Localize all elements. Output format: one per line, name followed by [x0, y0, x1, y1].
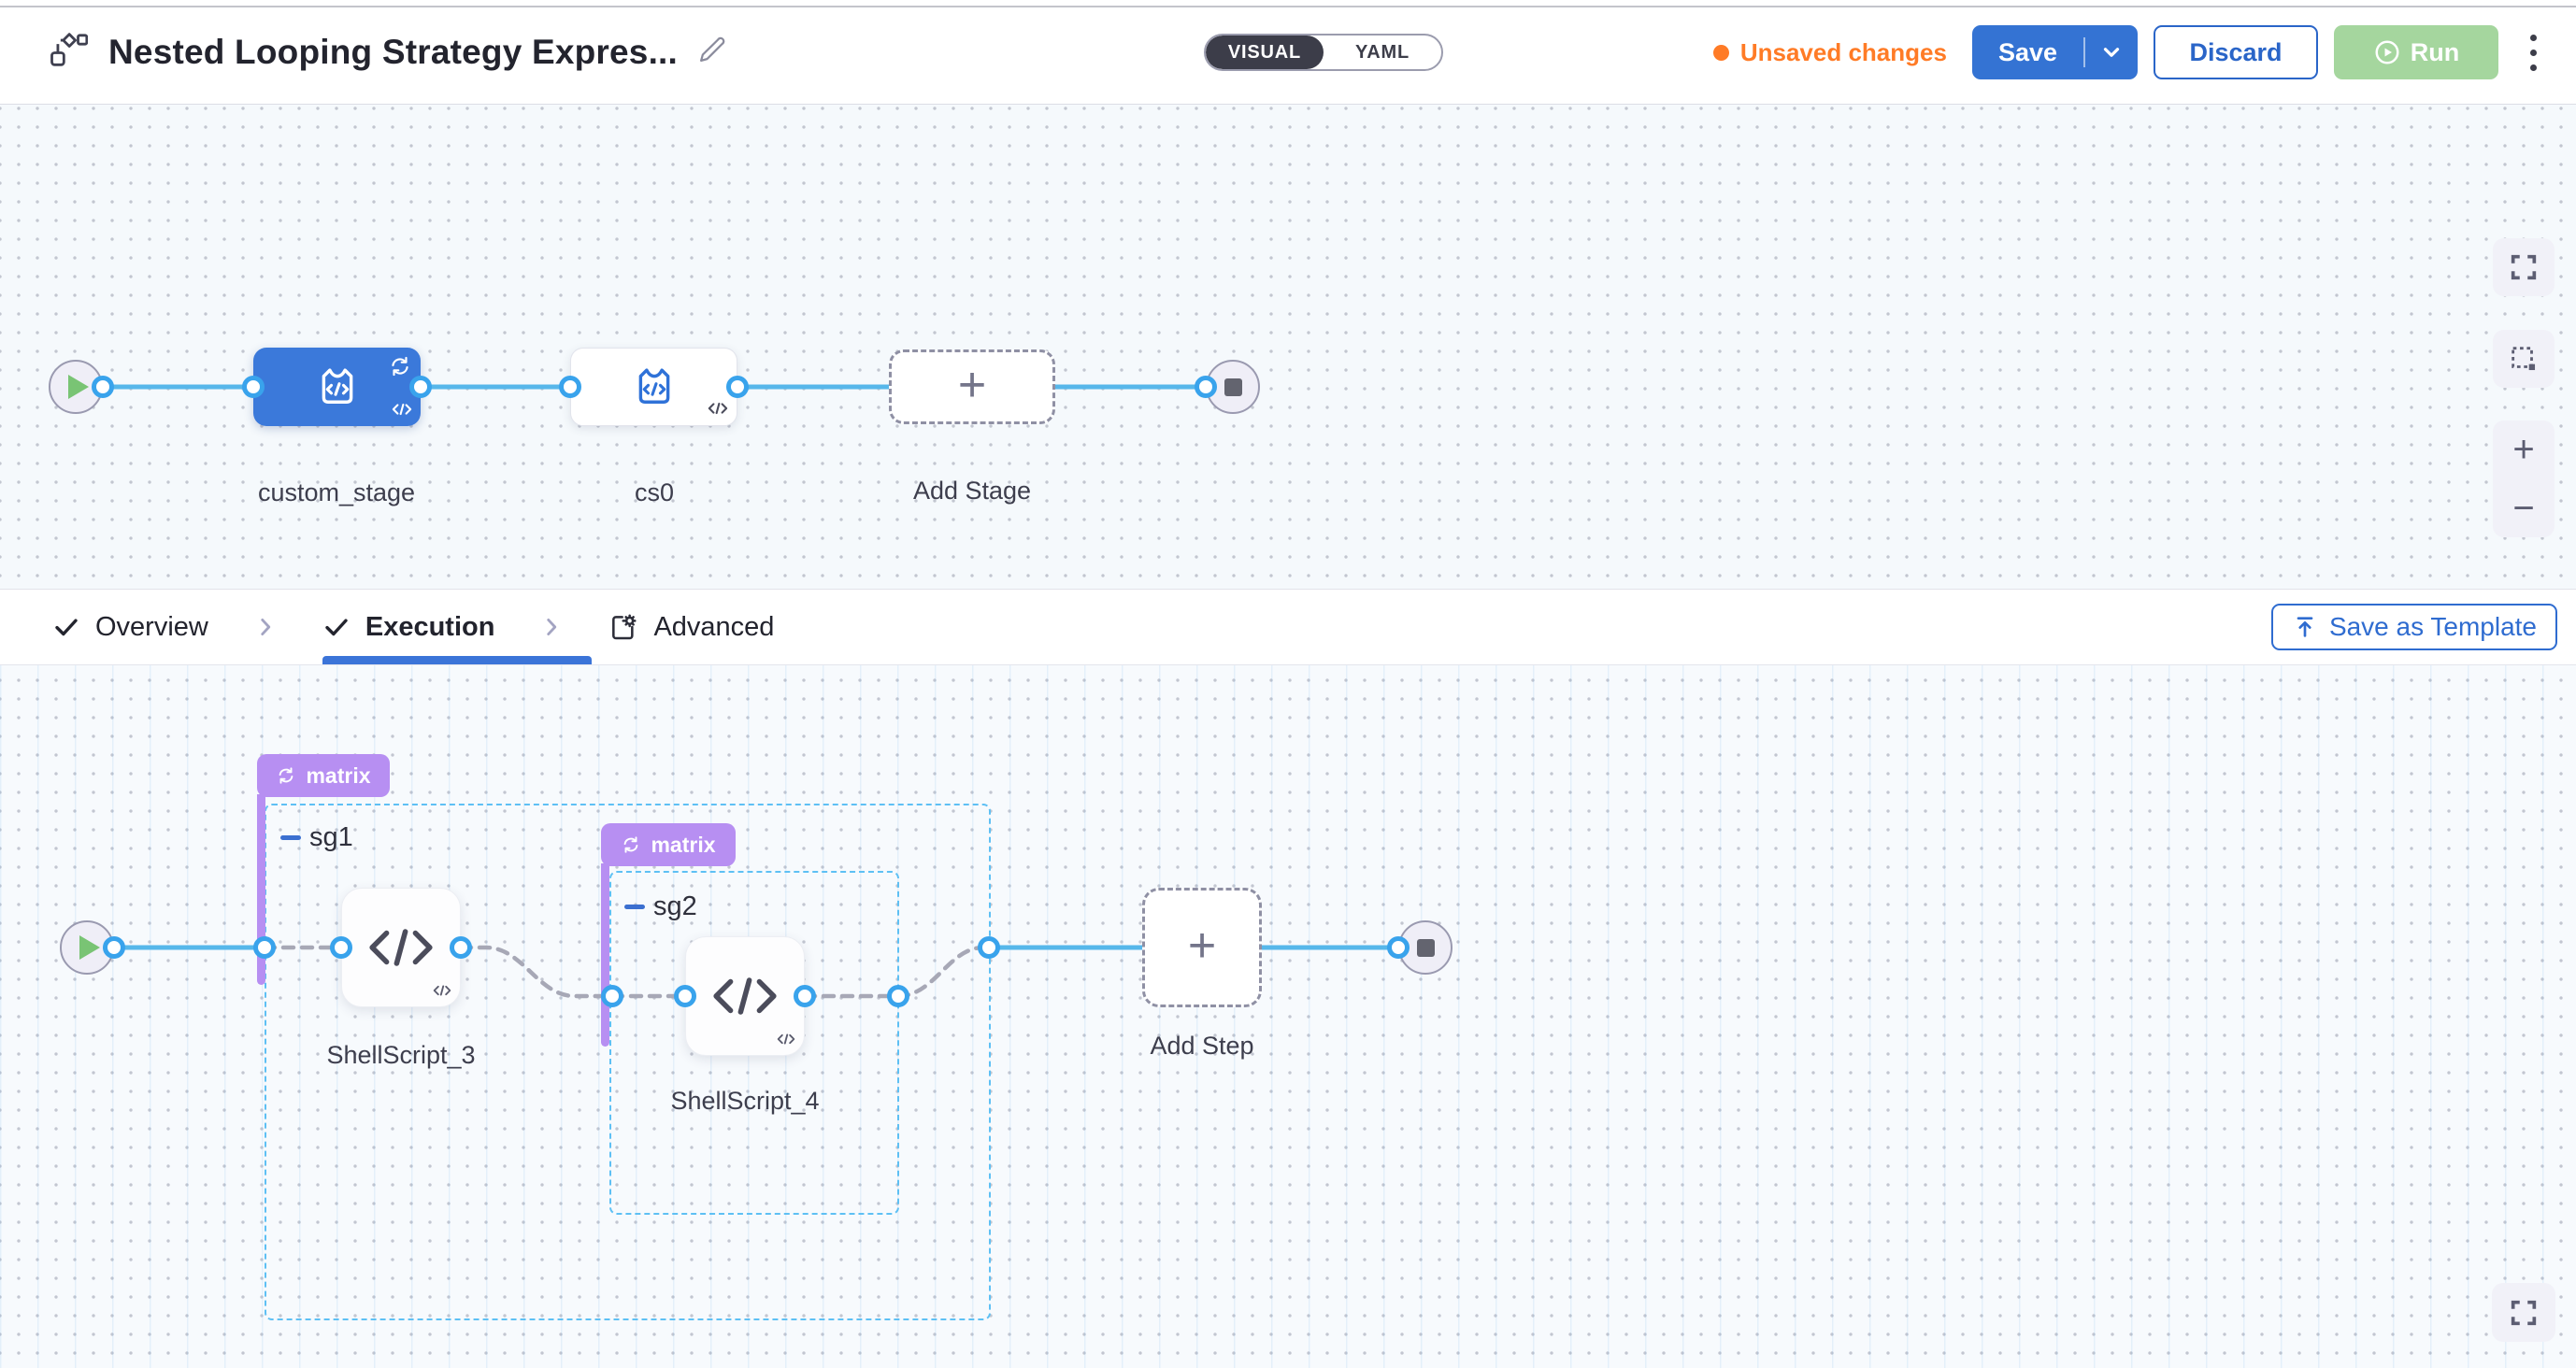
matrix-bar-sg2: [601, 863, 609, 1047]
edit-title-icon[interactable]: [698, 36, 726, 68]
tab-advanced[interactable]: Advanced: [608, 612, 774, 643]
plus-icon: +: [1188, 921, 1216, 970]
port: [978, 936, 1000, 959]
port: [409, 376, 432, 398]
unsaved-text: Unsaved changes: [1740, 38, 1947, 67]
looping-strategy-icon: [388, 354, 412, 383]
step-code-icon: [433, 984, 451, 1002]
header: Nested Looping Strategy Expres... VISUAL…: [0, 0, 2576, 105]
window-top-edge: [0, 6, 2576, 7]
group-label-sg2[interactable]: sg2: [624, 891, 697, 922]
unsaved-dot-icon: [1713, 45, 1729, 61]
toggle-visual[interactable]: VISUAL: [1206, 36, 1324, 69]
tab-overview-label: Overview: [95, 612, 208, 643]
collapse-dash-icon: [280, 835, 301, 840]
stage-label-custom-stage[interactable]: custom_stage: [258, 478, 415, 507]
add-stage-button[interactable]: +: [889, 349, 1055, 424]
marquee-select-button[interactable]: [2493, 330, 2555, 388]
check-icon: [322, 613, 351, 641]
step-node-shellscript-4[interactable]: [685, 936, 805, 1056]
port: [330, 936, 352, 959]
port: [103, 936, 125, 959]
run-button-label: Run: [2411, 38, 2459, 67]
pipeline-icon: [49, 30, 88, 74]
port: [253, 936, 276, 959]
tab-overview[interactable]: Overview: [52, 612, 208, 643]
port: [674, 985, 696, 1007]
stage-code-icon: [392, 402, 412, 421]
zoom-in-button[interactable]: +: [2512, 431, 2534, 468]
run-button[interactable]: Run: [2334, 25, 2498, 79]
chevron-right-icon: [253, 613, 278, 641]
save-as-template-label: Save as Template: [2329, 612, 2537, 642]
unsaved-changes-badge: Unsaved changes: [1713, 38, 1947, 67]
port: [242, 376, 265, 398]
port: [794, 985, 816, 1007]
matrix-badge-label: matrix: [306, 763, 370, 789]
check-icon: [52, 613, 80, 641]
group-label-sg1[interactable]: sg1: [280, 822, 353, 853]
tab-execution-label: Execution: [365, 612, 495, 643]
plus-icon: +: [958, 361, 986, 409]
pipeline-studio: Nested Looping Strategy Expres... VISUAL…: [0, 0, 2576, 1368]
save-options-chevron-icon[interactable]: [2085, 40, 2138, 64]
fullscreen-button[interactable]: [2492, 1283, 2555, 1342]
save-as-template-button[interactable]: Save as Template: [2271, 604, 2557, 650]
advanced-settings-icon: [608, 612, 638, 642]
port: [559, 376, 581, 398]
add-step-label[interactable]: Add Step: [1150, 1032, 1253, 1061]
stop-icon: [1417, 939, 1435, 957]
start-play-icon: [79, 935, 100, 960]
upload-icon: [2292, 614, 2318, 640]
execution-canvas[interactable]: matrix matrix sg1 sg2: [0, 665, 2576, 1368]
stop-icon: [1224, 378, 1242, 396]
marquee-select-icon: [2508, 343, 2540, 375]
discard-button[interactable]: Discard: [2154, 25, 2318, 79]
stage-canvas[interactable]: + custom_stage cs0 Add Stage +: [0, 105, 2576, 589]
stage-node-cs0[interactable]: [570, 348, 737, 426]
matrix-badge-label: matrix: [651, 833, 715, 858]
step-node-shellscript-3[interactable]: [341, 888, 461, 1007]
tab-advanced-label: Advanced: [653, 612, 774, 643]
port: [92, 376, 114, 398]
step-code-icon: [777, 1033, 795, 1050]
stage-wires: [0, 105, 2576, 589]
zoom-controls: + −: [2493, 420, 2555, 537]
stage-detail-tabbar: Overview Execution Advanced: [0, 589, 2576, 665]
discard-button-label: Discard: [2189, 38, 2282, 67]
chevron-right-icon: [539, 613, 564, 641]
port: [1387, 936, 1410, 959]
stage-code-icon: [708, 401, 728, 420]
toggle-yaml[interactable]: YAML: [1324, 36, 1441, 69]
run-play-icon: [2373, 38, 2401, 66]
fullscreen-icon: [2508, 1297, 2540, 1329]
stage-label-cs0[interactable]: cs0: [635, 478, 674, 507]
view-mode-toggle: VISUAL YAML: [1204, 34, 1443, 71]
collapse-dash-icon: [624, 905, 645, 909]
zoom-out-button[interactable]: −: [2512, 490, 2534, 527]
matrix-badge-sg2[interactable]: matrix: [601, 823, 736, 866]
port: [601, 985, 623, 1007]
save-button-label[interactable]: Save: [1972, 38, 2083, 67]
fullscreen-button[interactable]: [2493, 238, 2555, 296]
add-stage-label[interactable]: Add Stage: [913, 477, 1031, 506]
step-label-shellscript-3[interactable]: ShellScript_3: [326, 1041, 475, 1070]
step-label-shellscript-4[interactable]: ShellScript_4: [670, 1087, 819, 1116]
loop-icon: [621, 834, 641, 855]
port: [887, 985, 909, 1007]
page-title: Nested Looping Strategy Expres...: [108, 33, 678, 72]
more-options-kebab-icon[interactable]: [2514, 25, 2552, 79]
matrix-badge-sg1[interactable]: matrix: [257, 754, 390, 797]
port: [1195, 376, 1217, 398]
fullscreen-icon: [2508, 251, 2540, 283]
active-tab-underline: [322, 656, 592, 664]
port: [450, 936, 472, 959]
start-play-icon: [68, 375, 89, 399]
tab-execution[interactable]: Execution: [322, 612, 495, 643]
add-step-button[interactable]: +: [1142, 888, 1262, 1007]
port: [726, 376, 749, 398]
loop-icon: [276, 765, 296, 786]
stage-node-custom-stage[interactable]: [253, 348, 421, 426]
save-button[interactable]: Save: [1972, 25, 2138, 79]
